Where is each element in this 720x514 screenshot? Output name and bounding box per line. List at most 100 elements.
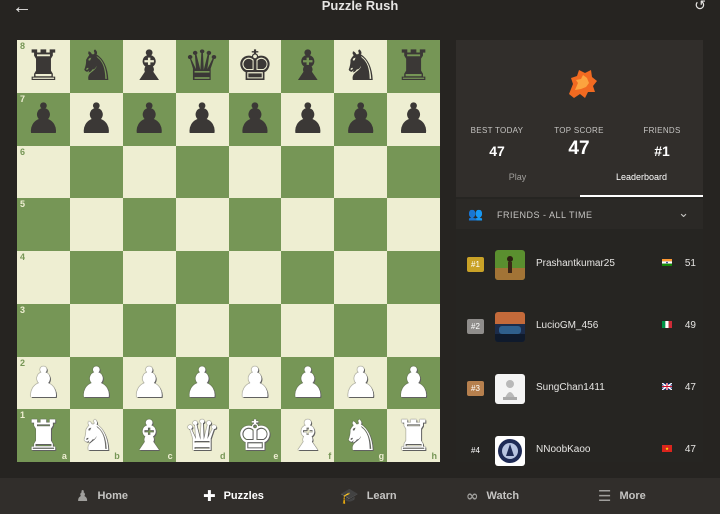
square-e8[interactable]: ♚ bbox=[228, 40, 282, 93]
black-pawn-icon[interactable]: ♟ bbox=[395, 98, 433, 140]
avatar[interactable] bbox=[495, 312, 525, 342]
square-f6[interactable] bbox=[281, 145, 335, 199]
square-d8[interactable]: ♛ bbox=[175, 40, 229, 93]
square-c4[interactable] bbox=[122, 251, 176, 304]
square-g7[interactable]: ♟ bbox=[334, 92, 388, 146]
square-d7[interactable]: ♟ bbox=[175, 92, 229, 146]
black-bishop-icon[interactable]: ♝ bbox=[130, 45, 168, 87]
white-pawn-icon[interactable]: ♟ bbox=[183, 361, 221, 404]
nav-watch[interactable]: ∞ Watch bbox=[466, 478, 519, 514]
square-g2[interactable]: ♟ bbox=[334, 356, 388, 410]
square-d4[interactable] bbox=[175, 251, 229, 304]
history-icon[interactable]: ↺ bbox=[694, 0, 706, 14]
square-a4[interactable]: 4 bbox=[17, 251, 70, 304]
nav-learn[interactable]: 🎓 Learn bbox=[340, 478, 397, 514]
square-e1[interactable]: e ♚ bbox=[228, 409, 282, 462]
black-rook-icon[interactable]: ♜ bbox=[395, 45, 433, 87]
black-pawn-icon[interactable]: ♟ bbox=[25, 98, 63, 140]
leaderboard-row[interactable]: #1 Prashantkumar25 51 bbox=[456, 234, 703, 296]
square-g6[interactable] bbox=[334, 145, 388, 199]
square-f7[interactable]: ♟ bbox=[281, 92, 335, 146]
square-d2[interactable]: ♟ bbox=[175, 356, 229, 410]
black-pawn-icon[interactable]: ♟ bbox=[77, 98, 115, 140]
username[interactable]: NNoobKaoo bbox=[536, 444, 590, 455]
nav-home[interactable]: ♟ Home bbox=[76, 478, 128, 514]
white-rook-icon[interactable]: ♜ bbox=[25, 414, 63, 457]
white-pawn-icon[interactable]: ♟ bbox=[236, 361, 274, 404]
square-f5[interactable] bbox=[281, 198, 335, 251]
username[interactable]: SungChan1411 bbox=[536, 382, 605, 393]
square-e7[interactable]: ♟ bbox=[228, 92, 282, 146]
username[interactable]: Prashantkumar25 bbox=[536, 258, 615, 269]
black-queen-icon[interactable]: ♛ bbox=[183, 45, 221, 87]
leaderboard-row[interactable]: #2 LucioGM_456 49 bbox=[456, 296, 703, 358]
square-c8[interactable]: ♝ bbox=[122, 40, 176, 93]
black-bishop-icon[interactable]: ♝ bbox=[289, 45, 327, 87]
black-pawn-icon[interactable]: ♟ bbox=[289, 98, 327, 140]
square-f8[interactable]: ♝ bbox=[281, 40, 335, 93]
nav-more[interactable]: ☰ More bbox=[598, 478, 646, 514]
square-h8[interactable]: ♜ bbox=[387, 40, 440, 93]
square-b4[interactable] bbox=[69, 251, 123, 304]
black-pawn-icon[interactable]: ♟ bbox=[236, 98, 274, 140]
leaderboard-row[interactable]: #3 SungChan1411 47 bbox=[456, 358, 703, 420]
square-f2[interactable]: ♟ bbox=[281, 356, 335, 410]
leaderboard-row[interactable]: #4 NNoobKaoo ★ 47 bbox=[456, 420, 703, 482]
square-h1[interactable]: h ♜ bbox=[387, 409, 440, 462]
square-e4[interactable] bbox=[228, 251, 282, 304]
leaderboard-filter[interactable]: 👥 FRIENDS - ALL TIME ⌄ bbox=[456, 199, 703, 229]
square-h2[interactable]: ♟ bbox=[387, 356, 440, 410]
chess-board[interactable]: 8 ♜ ♞ ♝ ♛ ♚ ♝ ♞ ♜ 7 ♟ ♟ ♟ ♟ ♟ ♟ ♟ ♟ 6 5 4 3 2 ♟ ♟ ♟ ♟ ♟ ♟ ♟ ♟ 1 a ♜ b ♞ c ♝ d ♛… bbox=[17, 40, 440, 462]
square-g8[interactable]: ♞ bbox=[334, 40, 388, 93]
chevron-down-icon[interactable]: ⌄ bbox=[678, 205, 689, 221]
square-c3[interactable] bbox=[122, 303, 176, 357]
black-king-icon[interactable]: ♚ bbox=[236, 45, 274, 87]
square-h7[interactable]: ♟ bbox=[387, 92, 440, 146]
square-b6[interactable] bbox=[69, 145, 123, 199]
white-pawn-icon[interactable]: ♟ bbox=[395, 361, 433, 404]
avatar[interactable] bbox=[495, 436, 525, 466]
avatar[interactable] bbox=[495, 374, 525, 404]
square-d3[interactable] bbox=[175, 303, 229, 357]
square-d1[interactable]: d ♛ bbox=[175, 409, 229, 462]
tab-play[interactable]: Play bbox=[456, 172, 579, 197]
square-c1[interactable]: c ♝ bbox=[122, 409, 176, 462]
square-a8[interactable]: 8 ♜ bbox=[17, 40, 70, 93]
square-e3[interactable] bbox=[228, 303, 282, 357]
square-c7[interactable]: ♟ bbox=[122, 92, 176, 146]
username[interactable]: LucioGM_456 bbox=[536, 320, 598, 331]
white-pawn-icon[interactable]: ♟ bbox=[77, 361, 115, 404]
white-pawn-icon[interactable]: ♟ bbox=[25, 361, 63, 404]
tab-leaderboard[interactable]: Leaderboard bbox=[580, 172, 703, 197]
white-king-icon[interactable]: ♚ bbox=[236, 414, 274, 457]
square-g4[interactable] bbox=[334, 251, 388, 304]
square-a6[interactable]: 6 bbox=[17, 145, 70, 199]
white-knight-icon[interactable]: ♞ bbox=[342, 414, 380, 457]
square-a5[interactable]: 5 bbox=[17, 198, 70, 251]
square-h5[interactable] bbox=[387, 198, 440, 251]
white-bishop-icon[interactable]: ♝ bbox=[289, 414, 327, 457]
square-c2[interactable]: ♟ bbox=[122, 356, 176, 410]
black-pawn-icon[interactable]: ♟ bbox=[183, 98, 221, 140]
square-d5[interactable] bbox=[175, 198, 229, 251]
white-bishop-icon[interactable]: ♝ bbox=[130, 414, 168, 457]
square-h3[interactable] bbox=[387, 303, 440, 357]
white-pawn-icon[interactable]: ♟ bbox=[130, 361, 168, 404]
black-knight-icon[interactable]: ♞ bbox=[342, 45, 380, 87]
square-a3[interactable]: 3 bbox=[17, 303, 70, 357]
square-f4[interactable] bbox=[281, 251, 335, 304]
black-pawn-icon[interactable]: ♟ bbox=[130, 98, 168, 140]
square-b7[interactable]: ♟ bbox=[69, 92, 123, 146]
square-h4[interactable] bbox=[387, 251, 440, 304]
square-f1[interactable]: f ♝ bbox=[281, 409, 335, 462]
black-knight-icon[interactable]: ♞ bbox=[77, 45, 115, 87]
avatar[interactable] bbox=[495, 250, 525, 280]
white-knight-icon[interactable]: ♞ bbox=[77, 414, 115, 457]
square-b5[interactable] bbox=[69, 198, 123, 251]
square-b8[interactable]: ♞ bbox=[69, 40, 123, 93]
square-h6[interactable] bbox=[387, 145, 440, 199]
black-pawn-icon[interactable]: ♟ bbox=[342, 98, 380, 140]
square-e2[interactable]: ♟ bbox=[228, 356, 282, 410]
square-a1[interactable]: 1 a ♜ bbox=[17, 409, 70, 462]
square-g1[interactable]: g ♞ bbox=[334, 409, 388, 462]
